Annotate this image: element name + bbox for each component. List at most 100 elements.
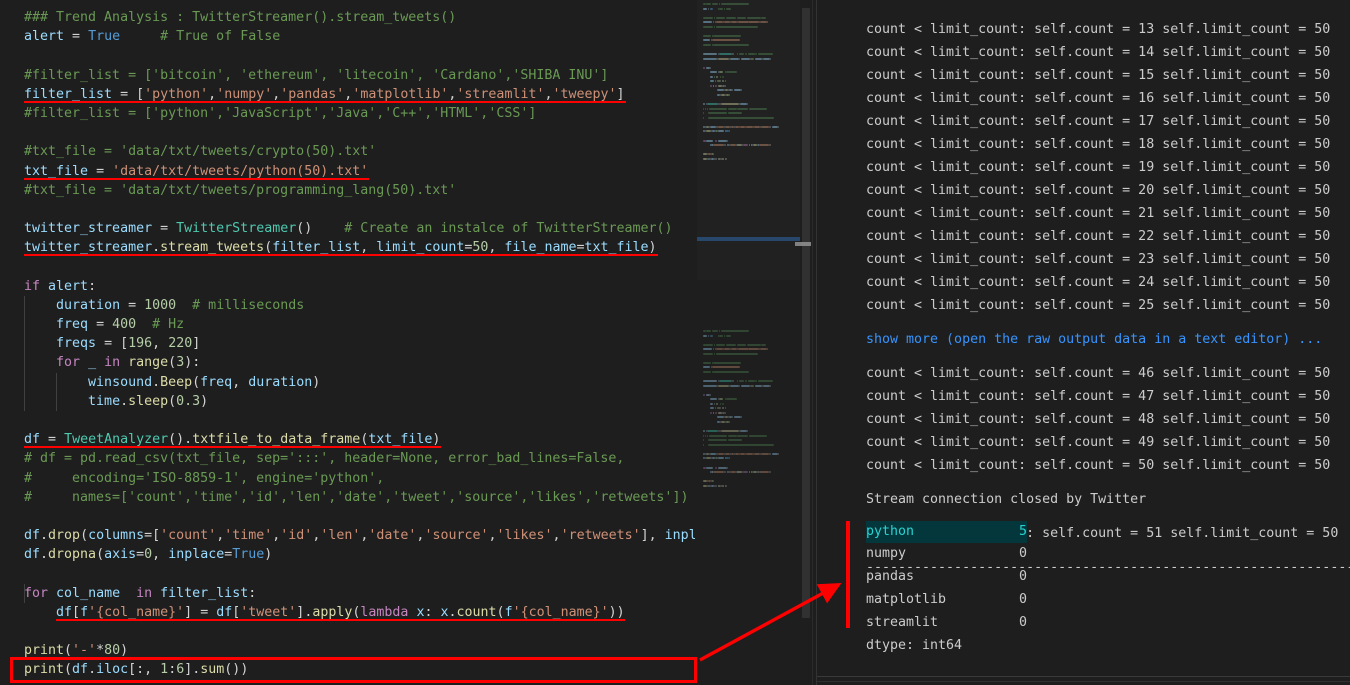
code-line[interactable]: #filter_list = ['python','JavaScript','J…: [24, 104, 695, 123]
minimap-token: [748, 434, 768, 437]
minimap-token: [732, 416, 734, 419]
output-log-line: count < limit_count: self.count = 22 sel…: [866, 229, 1331, 244]
minimap-token: [766, 348, 768, 351]
code-line[interactable]: ### Trend Analysis : TwitterStreamer().s…: [24, 8, 695, 27]
code-line[interactable]: [24, 123, 695, 142]
minimap-token: [770, 452, 771, 455]
code-line[interactable]: if alert:: [24, 277, 695, 296]
pane-divider[interactable]: [812, 0, 813, 685]
code-line[interactable]: [24, 507, 695, 526]
minimap-token: [717, 466, 728, 469]
output-log-line: count < limit_count: self.count = 18 sel…: [866, 137, 1331, 152]
minimap-token: [739, 430, 747, 433]
minimap-token: [759, 348, 767, 351]
code-line[interactable]: [24, 411, 695, 430]
minimap-token: [714, 343, 716, 346]
minimap-token: [747, 380, 755, 383]
minimap-token: [716, 416, 724, 419]
code-line[interactable]: [24, 200, 695, 219]
minimap-token: [727, 434, 737, 437]
minimap-token: [703, 443, 704, 446]
vscode-window: ### Trend Analysis : TwitterStreamer().s…: [0, 0, 1350, 685]
series-value: 5: [1018, 524, 1027, 539]
code-line[interactable]: [24, 257, 695, 276]
red-highlight-box: [10, 656, 697, 683]
code-editor-pane[interactable]: ### Trend Analysis : TwitterStreamer().s…: [0, 0, 695, 685]
minimap-token: [708, 439, 728, 442]
minimap-token: [726, 343, 736, 346]
minimap-token: [746, 430, 748, 433]
code-line[interactable]: # df = pd.read_csv(txt_file, sep=':::', …: [24, 449, 695, 468]
code-line[interactable]: time.sleep(0.3): [24, 392, 695, 411]
minimap-token: [703, 343, 714, 346]
minimap-token: [771, 452, 778, 455]
minimap-token: [719, 398, 723, 401]
code-line[interactable]: # names=['count','time','id','len','date…: [24, 488, 695, 507]
minimap-token: [709, 393, 711, 396]
show-more-link[interactable]: show more (open the raw output data in a…: [866, 330, 1322, 349]
minimap-token: [770, 471, 771, 474]
minimap-token: [706, 330, 711, 332]
minimap-token: [715, 348, 723, 351]
output-log-line: count < limit_count: self.count = 21 sel…: [866, 206, 1331, 221]
minimap-token: [737, 434, 748, 437]
code-line[interactable]: [24, 46, 695, 65]
series-value: 0: [1018, 569, 1027, 584]
minimap-token: [730, 348, 738, 351]
output-log-line: count < limit_count: self.count = 14 sel…: [866, 45, 1331, 60]
code-line[interactable]: freq = 400 # Hz: [24, 315, 695, 334]
minimap-token: [703, 334, 708, 337]
minimap-token: [713, 361, 741, 364]
indent-guide: [24, 584, 25, 604]
minimap-token: [707, 430, 719, 433]
code-line[interactable]: twitter_streamer = TwitterStreamer() # C…: [24, 219, 695, 238]
minimap-token: [705, 430, 707, 433]
red-underline: [24, 100, 626, 103]
minimap-token: [703, 352, 714, 355]
output-log-line: count < limit_count: self.count = 47 sel…: [866, 389, 1331, 404]
minimap-token: [724, 407, 726, 410]
code-line[interactable]: df.dropna(axis=0, inplace=True): [24, 545, 695, 564]
minimap-token: [717, 452, 724, 455]
editor-scrollbar-thumb[interactable]: [802, 8, 810, 618]
minimap-token: [729, 471, 736, 474]
code-line[interactable]: # encoding='ISO-8859-1', engine='python'…: [24, 469, 695, 488]
code-line[interactable]: for col_name in filter_list:: [24, 584, 695, 603]
code-line[interactable]: df.drop(columns=['count','time','id','le…: [24, 526, 695, 545]
minimap-token: [728, 457, 730, 460]
minimap-token: [754, 384, 763, 387]
code-line[interactable]: [24, 622, 695, 641]
code-line[interactable]: for _ in range(3):: [24, 353, 695, 372]
minimap-token: [710, 366, 712, 369]
output-console-pane[interactable]: count < limit_count: self.count = 13 sel…: [817, 0, 1350, 685]
minimap-token: [721, 430, 740, 433]
code-line[interactable]: #filter_list = ['bitcoin', 'ethereum', '…: [24, 66, 695, 85]
minimap-token: [740, 416, 742, 419]
code-line[interactable]: #txt_file = 'data/txt/tweets/programming…: [24, 181, 695, 200]
minimap-token: [719, 330, 721, 332]
python-source-code[interactable]: ### Trend Analysis : TwitterStreamer().s…: [24, 8, 695, 680]
code-line[interactable]: #txt_file = 'data/txt/tweets/crypto(50).…: [24, 142, 695, 161]
minimap-token: [708, 443, 775, 446]
minimap-token: [724, 411, 726, 414]
code-line[interactable]: [24, 564, 695, 583]
minimap-viewport-slider[interactable]: [697, 0, 800, 280]
series-row: streamlit 0: [866, 613, 1027, 632]
series-value: 0: [1018, 592, 1027, 607]
code-line[interactable]: alert = True # True of False: [24, 27, 695, 46]
minimap-token: [746, 343, 761, 346]
minimap-token: [711, 330, 719, 332]
minimap-token: [760, 452, 770, 455]
minimap-token: [726, 484, 728, 487]
series-row: pandas 0: [866, 567, 1027, 586]
minimap-token: [727, 466, 728, 469]
minimap-token: [763, 384, 771, 387]
minimap-token: [728, 421, 730, 423]
code-line[interactable]: winsound.Beep(freq, duration): [24, 373, 695, 392]
minimap-token: [777, 452, 779, 455]
output-log-line: count < limit_count: self.count = 16 sel…: [866, 91, 1331, 106]
minimap-token: [703, 361, 711, 364]
minimap-token: [715, 411, 717, 414]
code-line[interactable]: duration = 1000 # milliseconds: [24, 296, 695, 315]
code-line[interactable]: freqs = [196, 220]: [24, 334, 695, 353]
